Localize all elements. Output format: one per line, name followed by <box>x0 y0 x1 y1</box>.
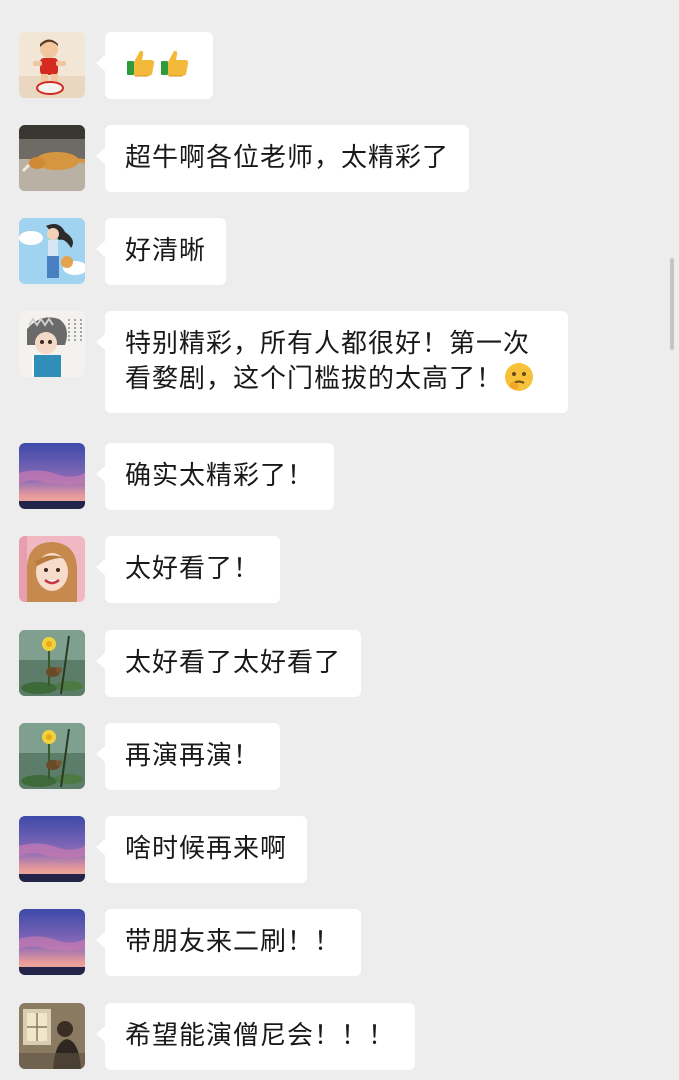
thumbs-up-icon <box>159 47 191 79</box>
chat-message: 再演再演！ <box>19 723 281 790</box>
message-text: 好清晰 <box>125 236 207 266</box>
avatar[interactable] <box>19 218 85 284</box>
chat-message: 确实太精彩了！ <box>19 443 335 510</box>
message-bubble[interactable]: 特别精彩，所有人都很好！第一次看婺剧，这个门槛拔的太高了！ <box>96 311 568 413</box>
avatar[interactable] <box>19 723 85 789</box>
chat-message: 啥时候再来啊 <box>19 816 308 883</box>
message-text: 特别精彩，所有人都很好！第一次看婺剧，这个门槛拔的太高了！ <box>125 329 531 394</box>
avatar[interactable] <box>19 1003 85 1069</box>
message-text: 再演再演！ <box>125 741 261 771</box>
chat-message: 太好看了！ <box>19 536 281 603</box>
message-text: 超牛啊各位老师，太精彩了 <box>125 143 450 173</box>
message-bubble[interactable] <box>96 32 213 99</box>
chat-message <box>19 32 213 99</box>
message-bubble[interactable]: 好清晰 <box>95 218 227 285</box>
message-bubble[interactable]: 超牛啊各位老师，太精彩了 <box>95 125 470 192</box>
chat-message: 太好看了太好看了 <box>19 630 362 697</box>
message-text: 太好看了！ <box>125 554 261 584</box>
message-text: 希望能演僧尼会！！！ <box>125 1021 396 1051</box>
avatar[interactable] <box>19 536 85 602</box>
message-bubble[interactable]: 希望能演僧尼会！！！ <box>95 1003 416 1070</box>
avatar[interactable] <box>19 630 85 696</box>
message-bubble[interactable]: 确实太精彩了！ <box>95 443 335 510</box>
chat-message: 超牛啊各位老师，太精彩了 <box>19 125 470 192</box>
message-text: 太好看了太好看了 <box>125 648 342 678</box>
avatar[interactable] <box>19 32 85 98</box>
chat-message: 好清晰 <box>19 218 227 285</box>
thumbs-up-icon <box>125 47 157 79</box>
chat-message: 希望能演僧尼会！！！ <box>19 1003 416 1070</box>
avatar[interactable] <box>19 909 85 975</box>
message-text: 确实太精彩了！ <box>125 461 315 491</box>
avatar[interactable] <box>19 443 85 509</box>
chat-message: 带朋友来二刷！！ <box>19 909 362 976</box>
message-bubble[interactable]: 带朋友来二刷！！ <box>95 909 362 976</box>
thinking-face-icon <box>503 361 535 393</box>
message-text: 啥时候再来啊 <box>125 834 288 864</box>
message-bubble[interactable]: 再演再演！ <box>95 723 281 790</box>
message-bubble[interactable]: 啥时候再来啊 <box>95 816 308 883</box>
chat-message-list[interactable]: 超牛啊各位老师，太精彩了 好清晰 特别精彩，所有人都很好！第一次看婺剧，这个门槛… <box>0 0 679 1080</box>
chat-message: 特别精彩，所有人都很好！第一次看婺剧，这个门槛拔的太高了！ <box>19 311 568 413</box>
message-bubble[interactable]: 太好看了！ <box>95 536 281 603</box>
avatar[interactable] <box>19 125 85 191</box>
message-text: 带朋友来二刷！！ <box>125 927 342 957</box>
avatar[interactable] <box>19 311 85 377</box>
avatar[interactable] <box>19 816 85 882</box>
scrollbar[interactable] <box>670 258 674 350</box>
message-bubble[interactable]: 太好看了太好看了 <box>95 630 362 697</box>
